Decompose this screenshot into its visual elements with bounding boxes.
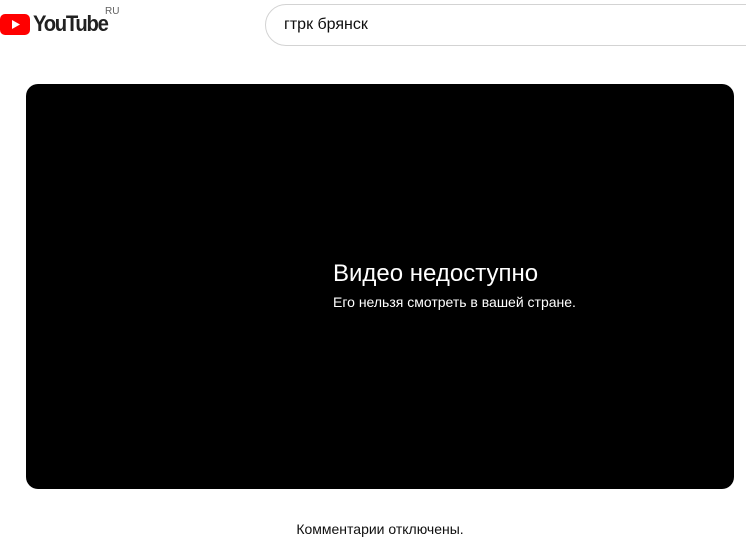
video-player[interactable]: Видео недоступно Его нельзя смотреть в в…	[26, 84, 734, 489]
error-title: Видео недоступно	[333, 260, 539, 287]
search-box[interactable]	[265, 4, 746, 46]
search-input[interactable]	[284, 16, 746, 34]
country-code: RU	[105, 6, 120, 17]
logo-wordmark: YouTube	[33, 11, 109, 36]
youtube-logo[interactable]: YouTube	[0, 9, 114, 39]
error-subtitle: Его нельзя смотреть в вашей стране.	[333, 294, 576, 310]
player-error-message: Видео недоступно Его нельзя смотреть в в…	[333, 260, 576, 312]
comments-disabled-message: Комментарии отключены.	[296, 521, 464, 537]
youtube-page: YouTube RU Видео недоступно Его нельзя с…	[0, 0, 746, 559]
youtube-play-icon	[0, 13, 30, 35]
